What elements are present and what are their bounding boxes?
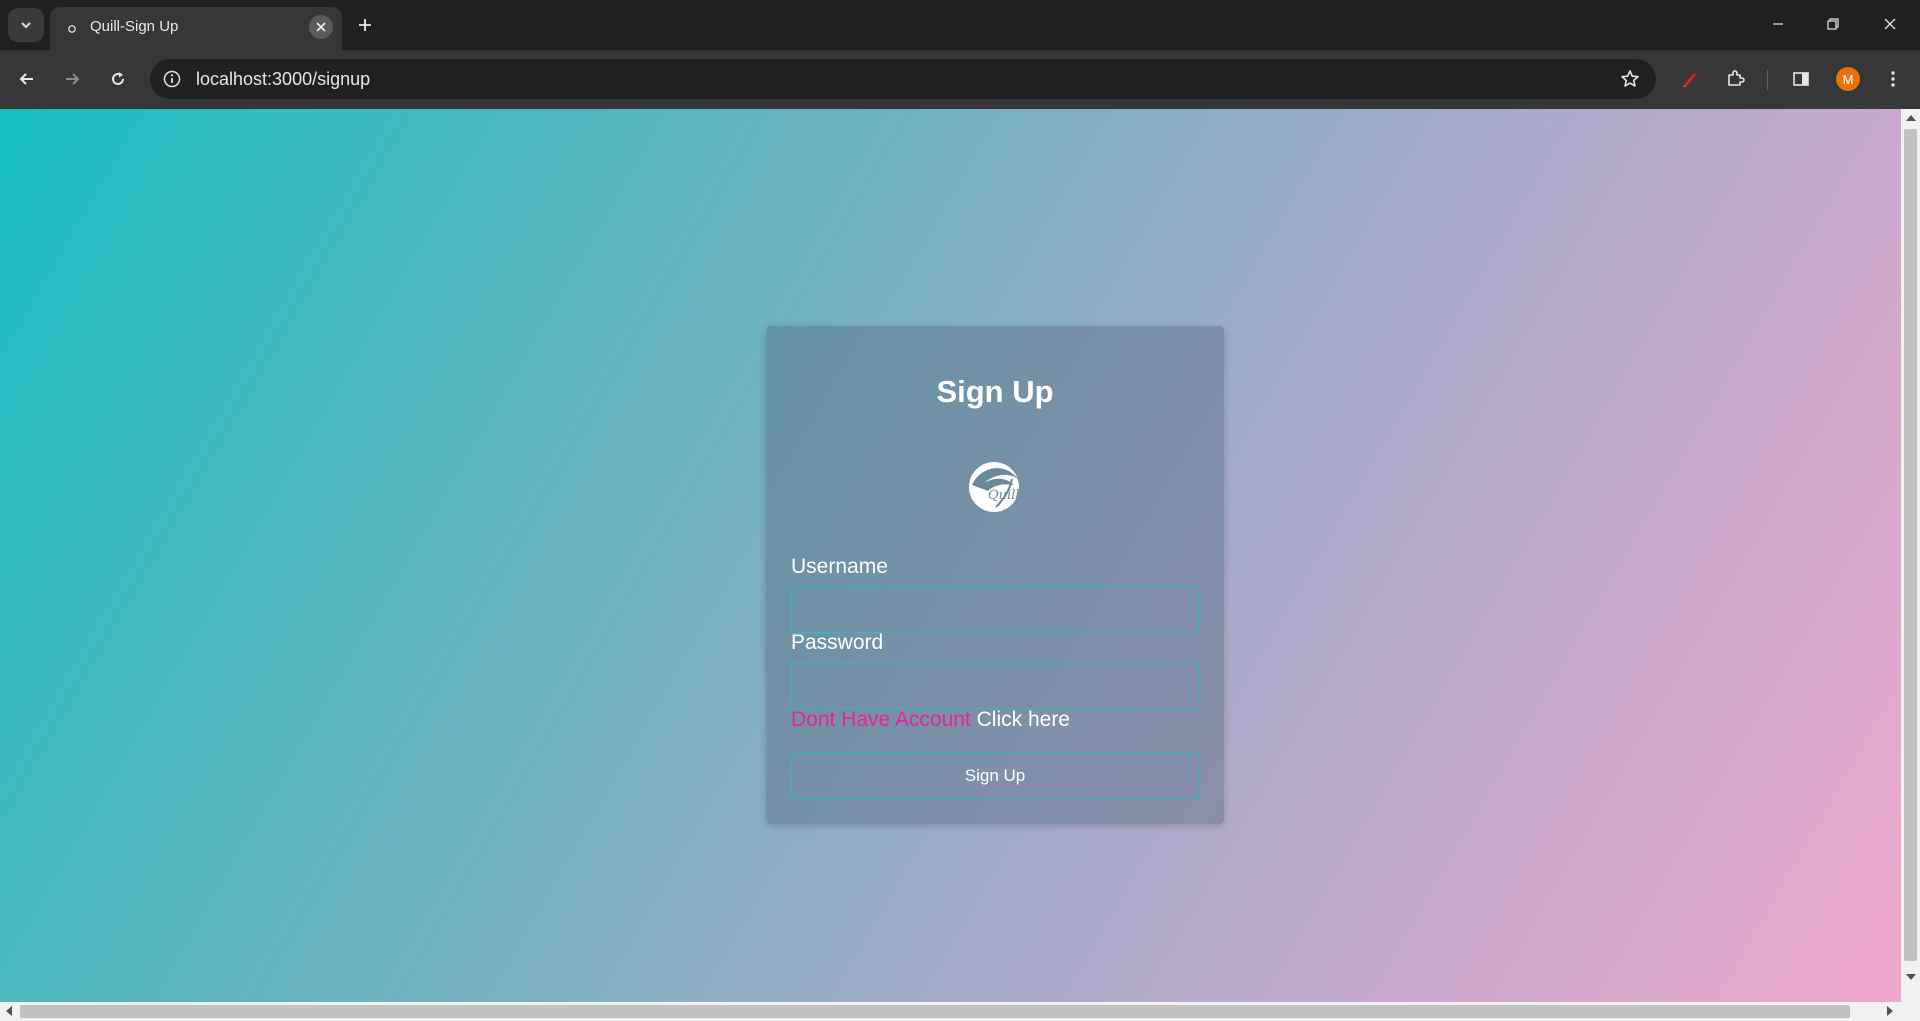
pen-extension-icon[interactable] [1673, 62, 1707, 96]
toolbar-divider [1767, 70, 1768, 90]
chevron-down-icon [21, 22, 31, 29]
page-title: Sign Up [936, 374, 1054, 409]
page-background: Sign Up Quill Username Password Dont Hav… [0, 109, 1901, 1002]
quill-favicon-icon [64, 21, 80, 37]
logo-text: Quill [988, 488, 1020, 503]
site-info-icon[interactable] [160, 67, 184, 91]
restore-button[interactable] [1813, 8, 1853, 40]
username-input[interactable] [791, 587, 1199, 633]
extensions-puzzle-icon[interactable] [1718, 62, 1752, 96]
minimize-icon [1773, 23, 1783, 25]
reload-icon [112, 72, 124, 85]
scroll-right-arrow-icon[interactable] [1887, 1006, 1893, 1016]
scroll-left-arrow-icon[interactable] [6, 1006, 12, 1016]
password-input[interactable] [791, 663, 1199, 709]
tab-title: Quill-Sign Up [90, 18, 179, 35]
active-tab[interactable]: Quill-Sign Up [50, 7, 342, 50]
account-prompt: Dont Have Account Click here [791, 708, 1070, 732]
quill-logo: Quill [966, 459, 1022, 515]
tab-close-button[interactable] [309, 15, 333, 39]
scroll-up-arrow-icon[interactable] [1906, 115, 1916, 121]
arrow-right-icon [66, 73, 80, 85]
forward-button[interactable] [55, 62, 89, 96]
signup-button[interactable]: Sign Up [791, 753, 1199, 799]
tab-search-button[interactable] [8, 8, 44, 42]
horizontal-scrollbar[interactable] [0, 1002, 1920, 1021]
click-here-link[interactable]: Click here [977, 708, 1070, 731]
scroll-down-arrow-icon[interactable] [1906, 974, 1916, 980]
reload-button[interactable] [101, 62, 135, 96]
bookmark-star-icon[interactable] [1618, 67, 1642, 91]
address-bar[interactable]: localhost:3000/signup [150, 59, 1656, 99]
signup-card: Sign Up Quill Username Password Dont Hav… [766, 326, 1224, 824]
close-window-icon [1884, 18, 1896, 30]
back-button[interactable] [10, 62, 44, 96]
horizontal-scroll-thumb[interactable] [20, 1005, 1850, 1018]
username-label: Username [791, 555, 888, 578]
new-tab-button[interactable] [352, 12, 378, 38]
tab-strip: Quill-Sign Up [0, 0, 1920, 50]
password-label: Password [791, 631, 884, 654]
vertical-scrollbar[interactable] [1901, 109, 1920, 1002]
arrow-left-icon [19, 73, 33, 85]
url-text: localhost:3000/signup [196, 69, 371, 89]
close-icon [316, 22, 326, 32]
kebab-menu-icon[interactable] [1876, 62, 1910, 96]
vertical-scroll-thumb[interactable] [1904, 129, 1917, 961]
browser-toolbar: localhost:3000/signup [0, 50, 1920, 109]
plus-icon [359, 19, 371, 31]
side-panel-icon[interactable] [1784, 62, 1818, 96]
minimize-button[interactable] [1758, 8, 1798, 40]
close-window-button[interactable] [1870, 8, 1910, 40]
profile-avatar[interactable]: M [1836, 67, 1860, 91]
no-account-text: Dont Have Account [791, 708, 971, 731]
restore-icon [1827, 18, 1839, 30]
